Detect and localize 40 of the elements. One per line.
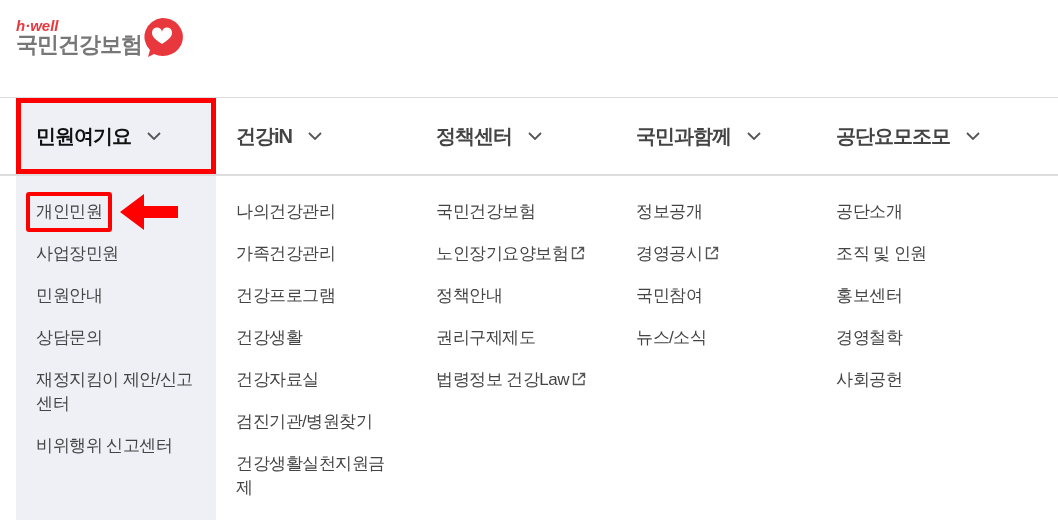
submenu-link[interactable]: 홍보센터 — [836, 284, 902, 308]
submenu-link[interactable]: 경영철학 — [836, 326, 902, 350]
submenu-link[interactable]: 나의건강관리 — [236, 200, 335, 224]
submenu-link[interactable]: 건강생활 — [236, 326, 302, 350]
menu-tab[interactable]: 정책센터 — [416, 98, 616, 174]
submenu-link[interactable]: 검진기관/병원찾기 — [236, 410, 373, 434]
chevron-down-icon — [147, 132, 161, 140]
menu-tab[interactable]: 국민과함께 — [616, 98, 816, 174]
submenu-link[interactable]: 뉴스/소식 — [636, 326, 707, 350]
chevron-down-icon — [528, 132, 542, 140]
submenu-link[interactable]: 비위행위 신고센터 — [36, 434, 173, 458]
submenu-link[interactable]: 건강자료실 — [236, 368, 319, 392]
submenu-link[interactable]: 조직 및 인원 — [836, 242, 927, 266]
chevron-down-icon — [308, 132, 322, 140]
submenu-link[interactable]: 건강생활실천지원금제 — [236, 452, 396, 500]
menu-tab[interactable]: 민원여기요 — [16, 98, 216, 174]
submenu-link[interactable]: 권리구제제도 — [436, 326, 535, 350]
submenu-link[interactable]: 정책안내 — [436, 284, 502, 308]
submenu-link[interactable]: 사회공헌 — [836, 368, 902, 392]
submenu-link[interactable]: 상담문의 — [36, 326, 102, 350]
submenu-link[interactable]: 정보공개 — [636, 200, 702, 224]
menu-tab[interactable]: 공단요모조모 — [816, 98, 1016, 174]
submenu-link[interactable]: 사업장민원 — [36, 242, 119, 266]
submenu-link[interactable]: 노인장기요양보험 — [436, 242, 585, 266]
chevron-down-icon — [747, 132, 761, 140]
submenu-link[interactable]: 건강프로그램 — [236, 284, 335, 308]
chevron-down-icon — [966, 132, 980, 140]
submenu-link[interactable]: 법령정보 건강Law — [436, 368, 586, 392]
submenu-link[interactable]: 재정지킴이 제안/신고센터 — [36, 368, 196, 416]
submenu-link[interactable]: 민원안내 — [36, 284, 102, 308]
pointer-arrow — [120, 192, 178, 232]
logo-text: 국민건강보험 — [16, 33, 142, 58]
submenu-link[interactable]: 국민건강보험 — [436, 200, 535, 224]
submenu-link[interactable]: 경영공시 — [636, 242, 719, 266]
submenu-link[interactable]: 국민참여 — [636, 284, 702, 308]
submenu-link[interactable]: 개인민원 — [26, 192, 112, 232]
menu-tab[interactable]: 건강iN — [216, 98, 416, 174]
logo-tagline: h·well — [16, 18, 60, 33]
submenu-link[interactable]: 공단소개 — [836, 200, 902, 224]
submenu-link[interactable]: 가족건강관리 — [236, 242, 335, 266]
